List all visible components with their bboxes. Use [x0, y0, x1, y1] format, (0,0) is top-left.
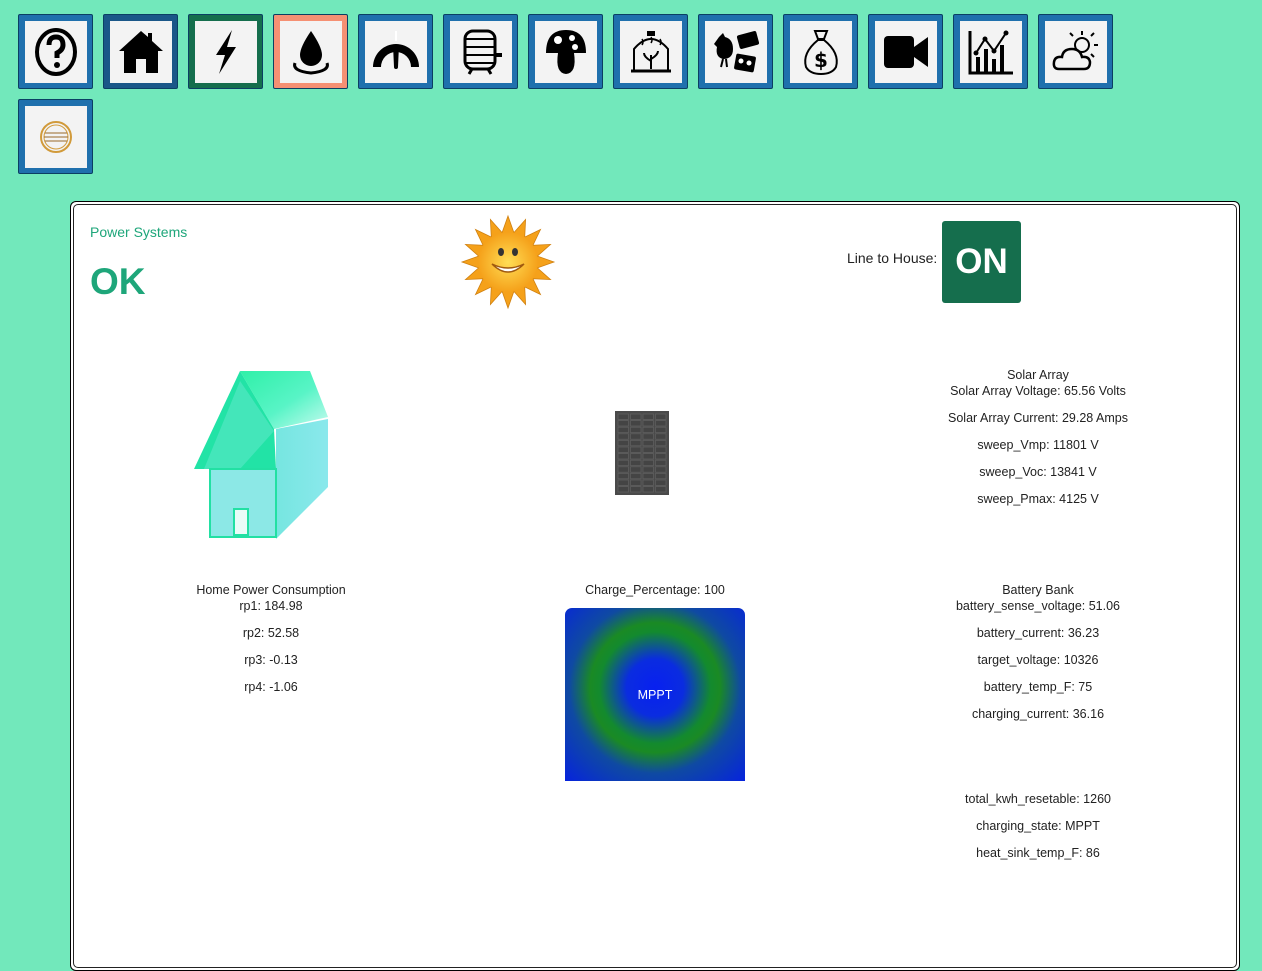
chart-icon	[959, 20, 1022, 83]
heat-sink-temp: heat_sink_temp_F: 86	[976, 846, 1100, 860]
greenhouse-icon	[619, 20, 682, 83]
charging-state: charging_state: MPPT	[976, 819, 1100, 833]
battery-temp: battery_temp_F: 75	[983, 680, 1093, 694]
home-icon	[109, 20, 172, 83]
video-camera-icon	[874, 20, 937, 83]
solar-array-header: Solar Array	[1007, 368, 1069, 382]
nav-barrel-button[interactable]	[443, 14, 518, 89]
charging-current: charging_current: 36.16	[971, 707, 1105, 721]
gauge-icon	[364, 20, 427, 83]
battery-current: battery_current: 36.23	[976, 626, 1100, 640]
sweep-voc: sweep_Voc: 13841 V	[979, 465, 1097, 479]
mushroom-icon	[534, 20, 597, 83]
solar-current: Solar Array Current: 29.28 Amps	[948, 411, 1128, 425]
nav-logo-button[interactable]	[18, 99, 93, 174]
home-power-header: Home Power Consumption	[196, 583, 346, 597]
rp3-value: rp3: -0.13	[244, 653, 298, 667]
panel-title: Power Systems	[90, 224, 188, 240]
system-status: OK	[90, 261, 146, 302]
nav-greenhouse-button[interactable]	[613, 14, 688, 89]
weather-icon	[1044, 20, 1107, 83]
nav-chart-button[interactable]	[953, 14, 1028, 89]
nav-home-button[interactable]	[103, 14, 178, 89]
battery-bank-info: Battery Bank battery_sense_voltage: 51.0…	[908, 582, 1168, 734]
home-power-info: Home Power Consumption rp1: 184.98 rp2: …	[141, 582, 401, 707]
mppt-indicator: MPPT	[565, 608, 745, 781]
nav-video-button[interactable]	[868, 14, 943, 89]
total-kwh: total_kwh_resetable: 1260	[965, 792, 1111, 806]
charge-info: Charge_Percentage: 100	[525, 582, 785, 599]
battery-sense-voltage: battery_sense_voltage: 51.06	[955, 599, 1120, 613]
nav-weather-button[interactable]	[1038, 14, 1113, 89]
target-voltage: target_voltage: 10326	[977, 653, 1099, 667]
chicken-eggs-icon	[704, 20, 767, 83]
solar-voltage: Solar Array Voltage: 65.56 Volts	[950, 384, 1126, 398]
help-icon	[24, 20, 87, 83]
nav-mushroom-button[interactable]	[528, 14, 603, 89]
solar-panel-icon	[615, 411, 669, 495]
charger-totals-info: total_kwh_resetable: 1260 charging_state…	[908, 792, 1168, 873]
nav-water-button[interactable]	[273, 14, 348, 89]
svg-text:$: $	[814, 48, 828, 72]
sweep-pmax: sweep_Pmax: 4125 V	[977, 492, 1099, 506]
water-icon	[279, 20, 342, 83]
charge-percentage: Charge_Percentage: 100	[585, 583, 725, 597]
sweep-vmp: sweep_Vmp: 11801 V	[977, 438, 1099, 452]
sun-icon	[460, 214, 556, 310]
logo-icon	[24, 105, 87, 168]
solar-array-info: Solar Array Solar Array Voltage: 65.56 V…	[908, 367, 1168, 519]
nav-power-button[interactable]	[188, 14, 263, 89]
nav-chicken-button[interactable]	[698, 14, 773, 89]
nav-help-button[interactable]	[18, 14, 93, 89]
line-to-house-label: Line to House:	[847, 250, 938, 266]
rp1-value: rp1: 184.98	[239, 599, 303, 613]
barrel-icon	[449, 20, 512, 83]
house-icon	[194, 371, 328, 539]
mppt-label: MPPT	[637, 687, 673, 702]
battery-bank-header: Battery Bank	[1002, 583, 1074, 597]
rp4-value: rp4: -1.06	[244, 680, 298, 694]
line-to-house-toggle[interactable]: ON	[942, 221, 1021, 303]
nav-money-button[interactable]: $	[783, 14, 858, 89]
rp2-value: rp2: 52.58	[242, 626, 300, 640]
nav-gauge-button[interactable]	[358, 14, 433, 89]
power-icon	[194, 20, 257, 83]
power-systems-panel: Power Systems OK Line to House: ON Solar…	[70, 201, 1240, 971]
money-bag-icon: $	[789, 20, 852, 83]
